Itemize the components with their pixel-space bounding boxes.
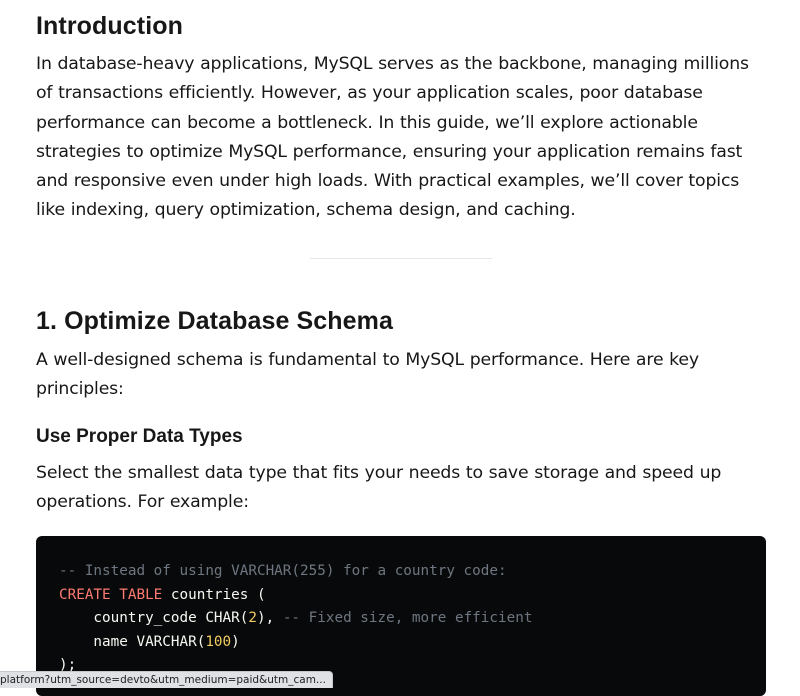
link-status-bar: platform?utm_source=devto&utm_medium=pai… xyxy=(0,671,333,688)
code-text: country_code CHAR( xyxy=(59,610,249,626)
schema-paragraph: A well-designed schema is fundamental to… xyxy=(36,350,699,400)
heading-introduction: Introduction xyxy=(36,12,184,40)
code-number: 100 xyxy=(205,633,232,650)
code-text: name VARCHAR( xyxy=(59,633,206,650)
subheading-data-types: Use Proper Data Types xyxy=(36,426,243,447)
code-text: ), xyxy=(256,610,283,626)
code-text: countries ( xyxy=(162,586,266,603)
code-text: ) xyxy=(231,633,240,650)
code-number: 2 xyxy=(248,610,257,626)
code-keyword: CREATE TABLE xyxy=(59,586,163,603)
section-divider xyxy=(310,258,492,259)
heading-optimize-schema: 1. Optimize Database Schema xyxy=(36,307,394,335)
intro-paragraph: In database-heavy applications, MySQL se… xyxy=(36,54,749,221)
data-types-paragraph: Select the smallest data type that fits … xyxy=(36,463,722,513)
code-content: -- Instead of using VARCHAR(255) for a c… xyxy=(59,560,532,678)
code-comment: -- Fixed size, more efficient xyxy=(282,610,533,626)
code-comment: -- Instead of using VARCHAR(255) for a c… xyxy=(59,563,507,579)
